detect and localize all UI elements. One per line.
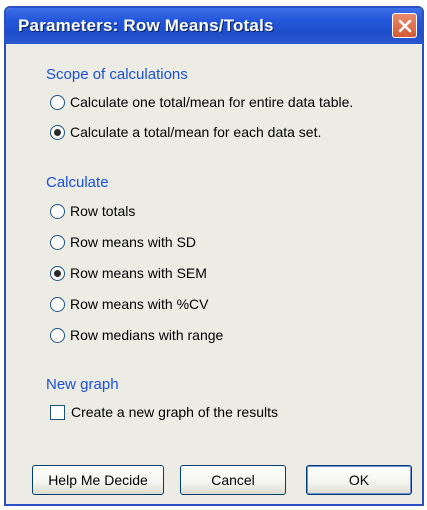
dialog-title: Parameters: Row Means/Totals	[18, 16, 274, 35]
radio-label: Row totals	[70, 203, 136, 219]
checkbox[interactable]	[50, 404, 65, 420]
radio-button[interactable]	[50, 203, 65, 219]
cancel-button[interactable]: Cancel	[180, 465, 286, 495]
radio-button[interactable]	[50, 265, 65, 281]
radio-button[interactable]	[50, 94, 65, 110]
dialog-window: Parameters: Row Means/Totals Scope of ca…	[4, 6, 424, 506]
title-bar[interactable]: Parameters: Row Means/Totals	[6, 8, 422, 44]
scope-section-label: Scope of calculations	[46, 66, 188, 83]
radio-row-means-sd[interactable]: Row means with SD	[50, 234, 196, 250]
close-icon	[398, 19, 411, 32]
checkbox-create-new-graph[interactable]: Create a new graph of the results	[50, 404, 278, 420]
checkbox-label: Create a new graph of the results	[71, 404, 279, 420]
radio-label: Row means with SEM	[70, 265, 207, 281]
radio-row-totals[interactable]: Row totals	[50, 203, 135, 219]
radio-button[interactable]	[50, 296, 65, 312]
radio-dot	[54, 269, 61, 277]
calculate-section-label: Calculate	[46, 174, 109, 191]
new-graph-section-label: New graph	[46, 376, 119, 393]
radio-label: Row means with %CV	[70, 296, 209, 312]
radio-scope-each-data-set[interactable]: Calculate a total/mean for each data set…	[50, 124, 321, 140]
radio-label: Calculate one total/mean for entire data…	[70, 94, 354, 110]
close-button[interactable]	[392, 13, 417, 38]
help-me-decide-button[interactable]: Help Me Decide	[32, 465, 164, 495]
radio-scope-entire-table[interactable]: Calculate one total/mean for entire data…	[50, 94, 353, 110]
radio-label: Row medians with range	[70, 327, 224, 343]
radio-label: Row means with SD	[70, 234, 197, 250]
radio-button[interactable]	[50, 124, 65, 140]
radio-row-means-cv[interactable]: Row means with %CV	[50, 296, 209, 312]
radio-label: Calculate a total/mean for each data set…	[70, 124, 322, 140]
radio-button[interactable]	[50, 234, 65, 250]
radio-button[interactable]	[50, 327, 65, 343]
radio-row-means-sem[interactable]: Row means with SEM	[50, 265, 207, 281]
radio-row-medians-range[interactable]: Row medians with range	[50, 327, 223, 343]
radio-dot	[54, 128, 61, 136]
ok-button[interactable]: OK	[306, 465, 412, 495]
